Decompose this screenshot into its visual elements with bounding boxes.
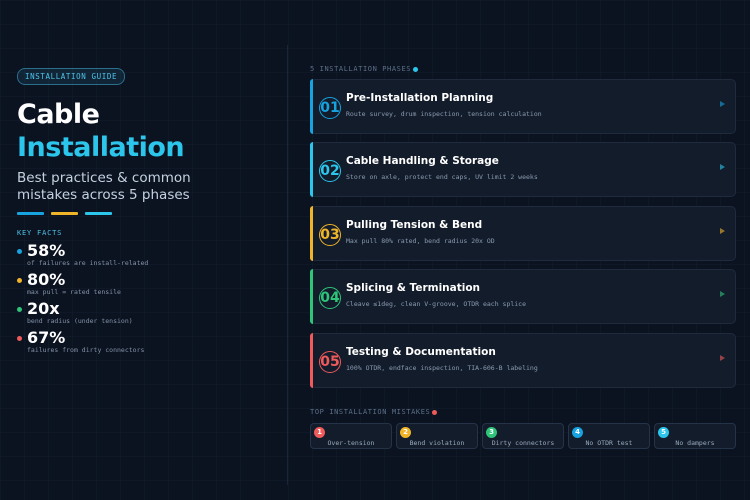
phase-desc: 100% OTDR, endface inspection, TIA-606-B… bbox=[346, 364, 538, 372]
chevron-right-icon[interactable] bbox=[720, 355, 725, 361]
phase-card-03[interactable]: 03 Pulling Tension & Bend Max pull 80% r… bbox=[310, 206, 736, 261]
phase-number: 04 bbox=[319, 287, 341, 309]
key-fact: 80% max pull = rated tensile bbox=[17, 271, 277, 300]
mistakes-label-text: TOP INSTALLATION MISTAKES bbox=[310, 408, 431, 416]
key-fact-desc: max pull = rated tensile bbox=[27, 288, 121, 296]
key-fact-desc: of failures are install-related bbox=[27, 259, 149, 267]
page-subtitle: Best practices & common mistakes across … bbox=[17, 170, 191, 203]
phase-accent-bar bbox=[310, 79, 313, 134]
key-fact: 67% failures from dirty connectors bbox=[17, 329, 277, 358]
chevron-right-icon[interactable] bbox=[720, 291, 725, 297]
guide-badge: INSTALLATION GUIDE bbox=[17, 68, 126, 85]
mistake-chip[interactable]: 2 Bend violation bbox=[396, 423, 478, 449]
phase-number: 03 bbox=[319, 224, 341, 246]
phase-accent-bar bbox=[310, 142, 313, 197]
phase-title: Cable Handling & Storage bbox=[346, 155, 499, 167]
label-dot-icon bbox=[432, 409, 438, 415]
key-fact-value: 80% bbox=[27, 270, 66, 289]
mistake-chip[interactable]: 1 Over-tension bbox=[310, 423, 392, 449]
bullet-dot-icon bbox=[17, 278, 22, 283]
accent-line-amber bbox=[51, 212, 78, 215]
chevron-right-icon[interactable] bbox=[720, 101, 725, 107]
mistakes-section-label: TOP INSTALLATION MISTAKES bbox=[310, 408, 438, 416]
phase-number: 05 bbox=[319, 351, 341, 373]
mistake-number-badge: 5 bbox=[658, 427, 669, 438]
key-fact: 20x bend radius (under tension) bbox=[17, 300, 277, 329]
key-fact-desc: failures from dirty connectors bbox=[27, 346, 145, 354]
phase-desc: Cleave ≤1deg, clean V-groove, OTDR each … bbox=[346, 300, 527, 308]
mistake-number-badge: 2 bbox=[400, 427, 411, 438]
phases-label-text: 5 INSTALLATION PHASES bbox=[310, 65, 412, 73]
key-fact-value: 67% bbox=[27, 328, 66, 347]
page-title-line2: Installation bbox=[17, 132, 185, 163]
key-facts-label: KEY FACTS bbox=[17, 229, 63, 237]
phase-card-02[interactable]: 02 Cable Handling & Storage Store on axl… bbox=[310, 142, 736, 197]
phase-card-04[interactable]: 04 Splicing & Termination Cleave ≤1deg, … bbox=[310, 269, 736, 324]
bullet-dot-icon bbox=[17, 336, 22, 341]
accent-line-cyan bbox=[85, 212, 112, 215]
phase-number: 02 bbox=[319, 160, 341, 182]
chevron-right-icon[interactable] bbox=[720, 164, 725, 170]
phase-desc: Max pull 80% rated, bend radius 20x OD bbox=[346, 237, 495, 245]
phase-title: Splicing & Termination bbox=[346, 282, 481, 294]
mistake-number-badge: 1 bbox=[314, 427, 325, 438]
key-facts-list: 58% of failures are install-related 80% … bbox=[17, 242, 277, 358]
phase-title: Testing & Documentation bbox=[346, 346, 496, 358]
mistake-label: No dampers bbox=[675, 439, 715, 447]
phase-accent-bar bbox=[310, 269, 313, 324]
key-fact-value: 58% bbox=[27, 241, 66, 260]
column-divider bbox=[287, 45, 288, 485]
mistake-label: No OTDR test bbox=[585, 439, 633, 447]
label-dot-icon bbox=[413, 66, 419, 72]
accent-lines bbox=[17, 212, 277, 215]
phases-section-label: 5 INSTALLATION PHASES bbox=[310, 65, 419, 73]
mistake-label: Dirty connectors bbox=[491, 439, 555, 447]
mistake-chip[interactable]: 3 Dirty connectors bbox=[482, 423, 564, 449]
phase-title: Pulling Tension & Bend bbox=[346, 219, 483, 231]
mistakes-list: 1 Over-tension 2 Bend violation 3 Dirty … bbox=[310, 423, 736, 449]
mistake-label: Over-tension bbox=[327, 439, 375, 447]
bullet-dot-icon bbox=[17, 249, 22, 254]
intro-panel: INSTALLATION GUIDE Cable Installation Be… bbox=[17, 64, 277, 358]
accent-line-blue bbox=[17, 212, 44, 215]
mistake-chip[interactable]: 5 No dampers bbox=[654, 423, 736, 449]
phase-desc: Store on axle, protect end caps, UV limi… bbox=[346, 173, 538, 181]
phase-number: 01 bbox=[319, 97, 341, 119]
mistake-chip[interactable]: 4 No OTDR test bbox=[568, 423, 650, 449]
mistake-label: Bend violation bbox=[409, 439, 465, 447]
phase-title: Pre-Installation Planning bbox=[346, 92, 494, 104]
key-fact-desc: bend radius (under tension) bbox=[27, 317, 133, 325]
key-fact: 58% of failures are install-related bbox=[17, 242, 277, 271]
page-title-line1: Cable bbox=[17, 99, 100, 130]
phase-desc: Route survey, drum inspection, tension c… bbox=[346, 110, 542, 118]
mistake-number-badge: 4 bbox=[572, 427, 583, 438]
bullet-dot-icon bbox=[17, 307, 22, 312]
phase-accent-bar bbox=[310, 333, 313, 388]
phase-accent-bar bbox=[310, 206, 313, 261]
phase-card-05[interactable]: 05 Testing & Documentation 100% OTDR, en… bbox=[310, 333, 736, 388]
key-fact-value: 20x bbox=[27, 299, 60, 318]
mistake-number-badge: 3 bbox=[486, 427, 497, 438]
chevron-right-icon[interactable] bbox=[720, 228, 725, 234]
phase-card-01[interactable]: 01 Pre-Installation Planning Route surve… bbox=[310, 79, 736, 134]
